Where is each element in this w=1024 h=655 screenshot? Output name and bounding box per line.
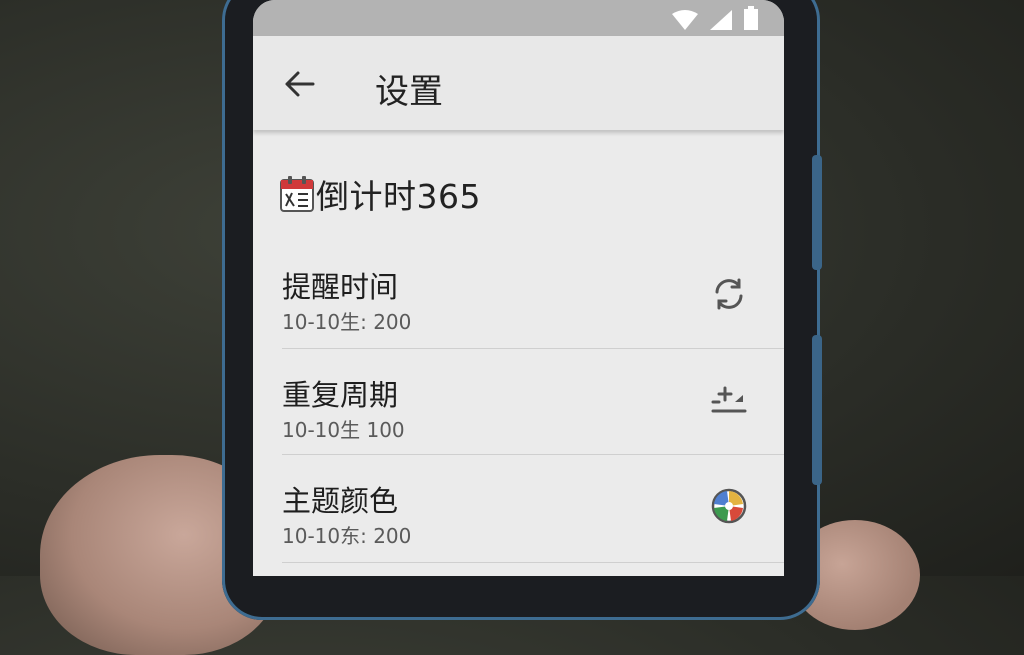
phone-screen: 设置 倒计时365 提醒时间 10-10生: 200 重复周期 10-10生 1…: [253, 0, 784, 576]
arrow-left-icon: [285, 71, 315, 97]
back-button[interactable]: [281, 66, 317, 102]
divider: [282, 348, 784, 349]
pref-reminder-time[interactable]: 提醒时间 10-10生: 200: [253, 250, 784, 356]
wifi-icon: [672, 10, 698, 30]
add-list-icon: [711, 386, 747, 413]
pref-subtitle: 10-10生: 200: [282, 310, 412, 334]
status-bar: [253, 0, 784, 36]
status-icons: [672, 6, 758, 30]
color-palette-icon: [711, 488, 747, 524]
divider: [282, 562, 784, 563]
section-title: 倒计时365: [316, 177, 481, 216]
pref-subtitle: 10-10生 100: [282, 418, 405, 442]
pref-title: 提醒时间: [282, 270, 399, 304]
section-header: 倒计时365: [280, 170, 481, 218]
pref-theme-color[interactable]: 主题颜色 10-10东: 200: [253, 464, 784, 570]
pref-title: 重复周期: [282, 378, 399, 412]
power-button: [812, 335, 822, 485]
calendar-icon: [280, 176, 314, 212]
divider: [282, 454, 784, 455]
page-title: 设置: [375, 72, 443, 112]
sync-icon: [715, 278, 743, 310]
pref-repeat-cycle[interactable]: 重复周期 10-10生 100: [253, 358, 784, 464]
battery-icon: [744, 6, 758, 30]
volume-button: [812, 155, 822, 270]
cell-signal-icon: [710, 10, 732, 30]
pref-subtitle: 10-10东: 200: [282, 524, 412, 548]
pref-title: 主题颜色: [282, 484, 399, 518]
app-bar: 设置: [253, 36, 784, 130]
